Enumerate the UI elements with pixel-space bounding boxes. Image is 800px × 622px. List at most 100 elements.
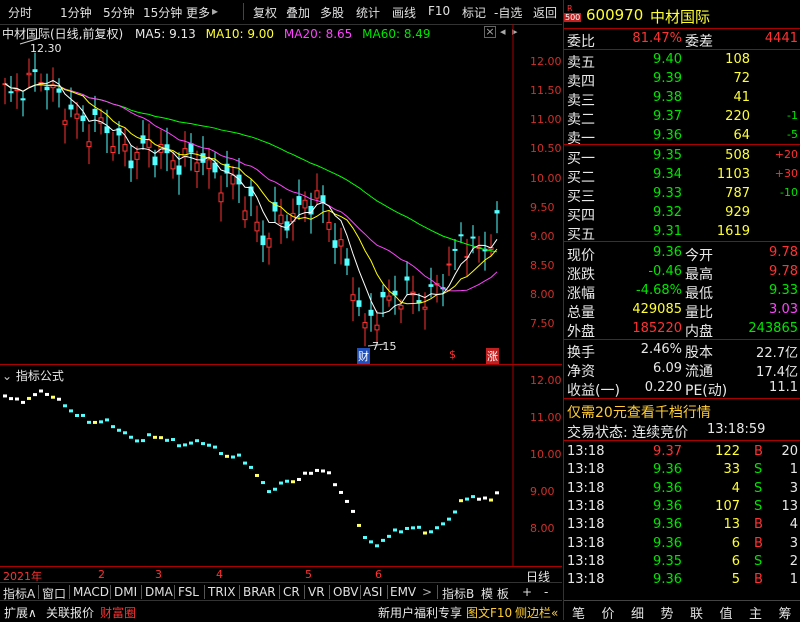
fund-label: 股本 <box>685 345 713 361</box>
indicator-dot <box>435 526 439 530</box>
dividend-marker[interactable]: $ <box>449 348 456 361</box>
indicator-dot <box>429 530 433 534</box>
bid-change: -10 <box>780 186 798 199</box>
ask-label: 卖三 <box>567 93 595 109</box>
tick-price: 9.36 <box>653 535 682 551</box>
indicator-dot <box>201 442 205 446</box>
side-tab[interactable]: 细 <box>631 603 644 622</box>
tab-more[interactable]: 更多 <box>186 4 210 21</box>
y-tick: 7.50 <box>530 317 555 330</box>
bid-label: 买二 <box>567 170 595 186</box>
add-watchlist-button[interactable]: -自选 <box>494 4 522 21</box>
tab-1min[interactable]: 1分钟 <box>60 4 92 21</box>
tab-5min[interactable]: 5分钟 <box>103 4 135 21</box>
financial-report-marker[interactable]: 财 <box>357 348 370 364</box>
tab-asi[interactable]: ASI <box>363 585 382 599</box>
indicator-dot <box>135 439 139 443</box>
indicator-dot <box>453 510 457 514</box>
limit-up-marker[interactable]: 涨 <box>486 348 499 364</box>
candle-body <box>452 248 458 251</box>
tab-trix[interactable]: TRIX <box>208 585 235 599</box>
level2-promo-row[interactable]: 仅需20元查看千档行情 <box>564 401 800 422</box>
level2-promo-text[interactable]: 仅需20元查看千档行情 <box>567 402 711 422</box>
statistics-button[interactable]: 统计 <box>356 4 380 21</box>
fund-row: 换手 2.46% 股本 22.7亿 <box>564 341 800 361</box>
tab-dma[interactable]: DMA <box>145 585 173 599</box>
order-diff-label: 委差 <box>685 34 713 50</box>
adjust-button[interactable]: 复权 <box>253 4 277 21</box>
f10-button[interactable]: F10 <box>428 4 450 18</box>
indicator-dot <box>111 425 115 429</box>
candle-body <box>380 291 386 298</box>
f10-graphic-button[interactable]: 图文F10 <box>466 604 512 621</box>
indicator-dot <box>249 465 253 469</box>
tab-cr[interactable]: CR <box>283 585 300 599</box>
side-tab[interactable]: 联 <box>690 603 703 622</box>
tick-row: 13:18 9.35 6 S 2 <box>564 553 800 571</box>
candle-body <box>188 143 194 153</box>
candle-body <box>194 162 200 172</box>
side-tab[interactable]: 值 <box>720 603 733 622</box>
tab-emv[interactable]: EMV <box>390 585 416 599</box>
draw-line-button[interactable]: 画线 <box>392 4 416 21</box>
tab-15min[interactable]: 15分钟 <box>143 4 182 21</box>
add-pane-button[interactable]: + <box>522 585 532 599</box>
remove-pane-button[interactable]: - <box>544 585 548 599</box>
tab-vr[interactable]: VR <box>308 585 325 599</box>
candle-body <box>260 235 266 246</box>
candle-body <box>356 300 362 307</box>
overlay-button[interactable]: 叠加 <box>286 4 310 21</box>
expand-button[interactable]: 扩展∧ <box>4 604 37 621</box>
wealth-circle-button[interactable]: 财富圈 <box>100 604 136 621</box>
indicator-dot <box>333 483 337 487</box>
indicator-dot <box>279 481 283 485</box>
indicator-dot <box>285 479 289 483</box>
indicator-dot <box>393 528 397 532</box>
tab-dmi[interactable]: DMI <box>114 585 137 599</box>
more-arrow-icon[interactable]: ▸ <box>212 4 218 18</box>
bid-volume: 929 <box>725 205 750 220</box>
candle-body <box>20 98 26 101</box>
fund-value: 2.46% <box>640 342 682 357</box>
tab-obv[interactable]: OBV <box>333 585 359 599</box>
tick-time: 13:18 <box>567 444 605 459</box>
mark-button[interactable]: 标记 <box>462 4 486 21</box>
ask-volume: 64 <box>733 128 750 143</box>
candle-body <box>128 160 134 169</box>
candle-body <box>110 146 116 154</box>
tab-brar[interactable]: BRAR <box>243 585 276 599</box>
candle-body <box>14 89 20 92</box>
tabs-scroll-arrow-icon[interactable]: > <box>422 585 432 599</box>
tab-macd[interactable]: MACD <box>73 585 109 599</box>
linked-quote-button[interactable]: 关联报价 <box>46 604 94 621</box>
fund-row: 收益(一) 0.220 PE(动) 11.1 <box>564 379 800 399</box>
sidebar-toggle-button[interactable]: 侧边栏« <box>515 604 558 621</box>
indicator-dot <box>321 469 325 473</box>
period-toolbar: 分时 1分钟 5分钟 15分钟 更多 ▸ 复权 叠加 多股 统计 画线 F10 … <box>0 0 562 25</box>
back-button[interactable]: 返回 <box>533 4 557 21</box>
kline-chart-pane[interactable]: 中材国际(日线,前复权) MA5: 9.13 MA10: 9.00 MA20: … <box>0 24 562 364</box>
tick-price: 9.36 <box>653 572 682 588</box>
side-tab[interactable]: 势 <box>661 603 674 622</box>
side-tab[interactable]: 筹 <box>779 603 792 622</box>
side-tab[interactable]: 价 <box>602 603 615 622</box>
fund-value: 11.1 <box>769 380 798 395</box>
multi-stock-button[interactable]: 多股 <box>320 4 344 21</box>
indicator-dot <box>27 396 31 400</box>
tick-price: 9.36 <box>653 480 682 496</box>
side-tab[interactable]: 主 <box>749 603 762 622</box>
tab-fsl[interactable]: FSL <box>178 585 199 599</box>
y-tick: 9.00 <box>530 230 555 243</box>
new-user-promo-link[interactable]: 新用户福利专享 <box>378 604 462 621</box>
indicator-chart-pane[interactable]: ⌄ 指标公式 12.00 11.00 10.00 9.00 8.00 <box>0 364 562 567</box>
indicator-dot <box>153 435 157 439</box>
side-tabs: 笔价细势联值主筹 <box>564 600 800 622</box>
indicator-dot <box>411 526 415 530</box>
tick-time: 13:18 <box>567 498 605 514</box>
tab-intraday[interactable]: 分时 <box>8 4 32 21</box>
tick-volume: 33 <box>723 462 740 478</box>
bid-label: 买四 <box>567 208 595 224</box>
tick-count: 13 <box>781 498 798 514</box>
indicator-dot <box>447 517 451 521</box>
side-tab[interactable]: 笔 <box>572 603 585 622</box>
